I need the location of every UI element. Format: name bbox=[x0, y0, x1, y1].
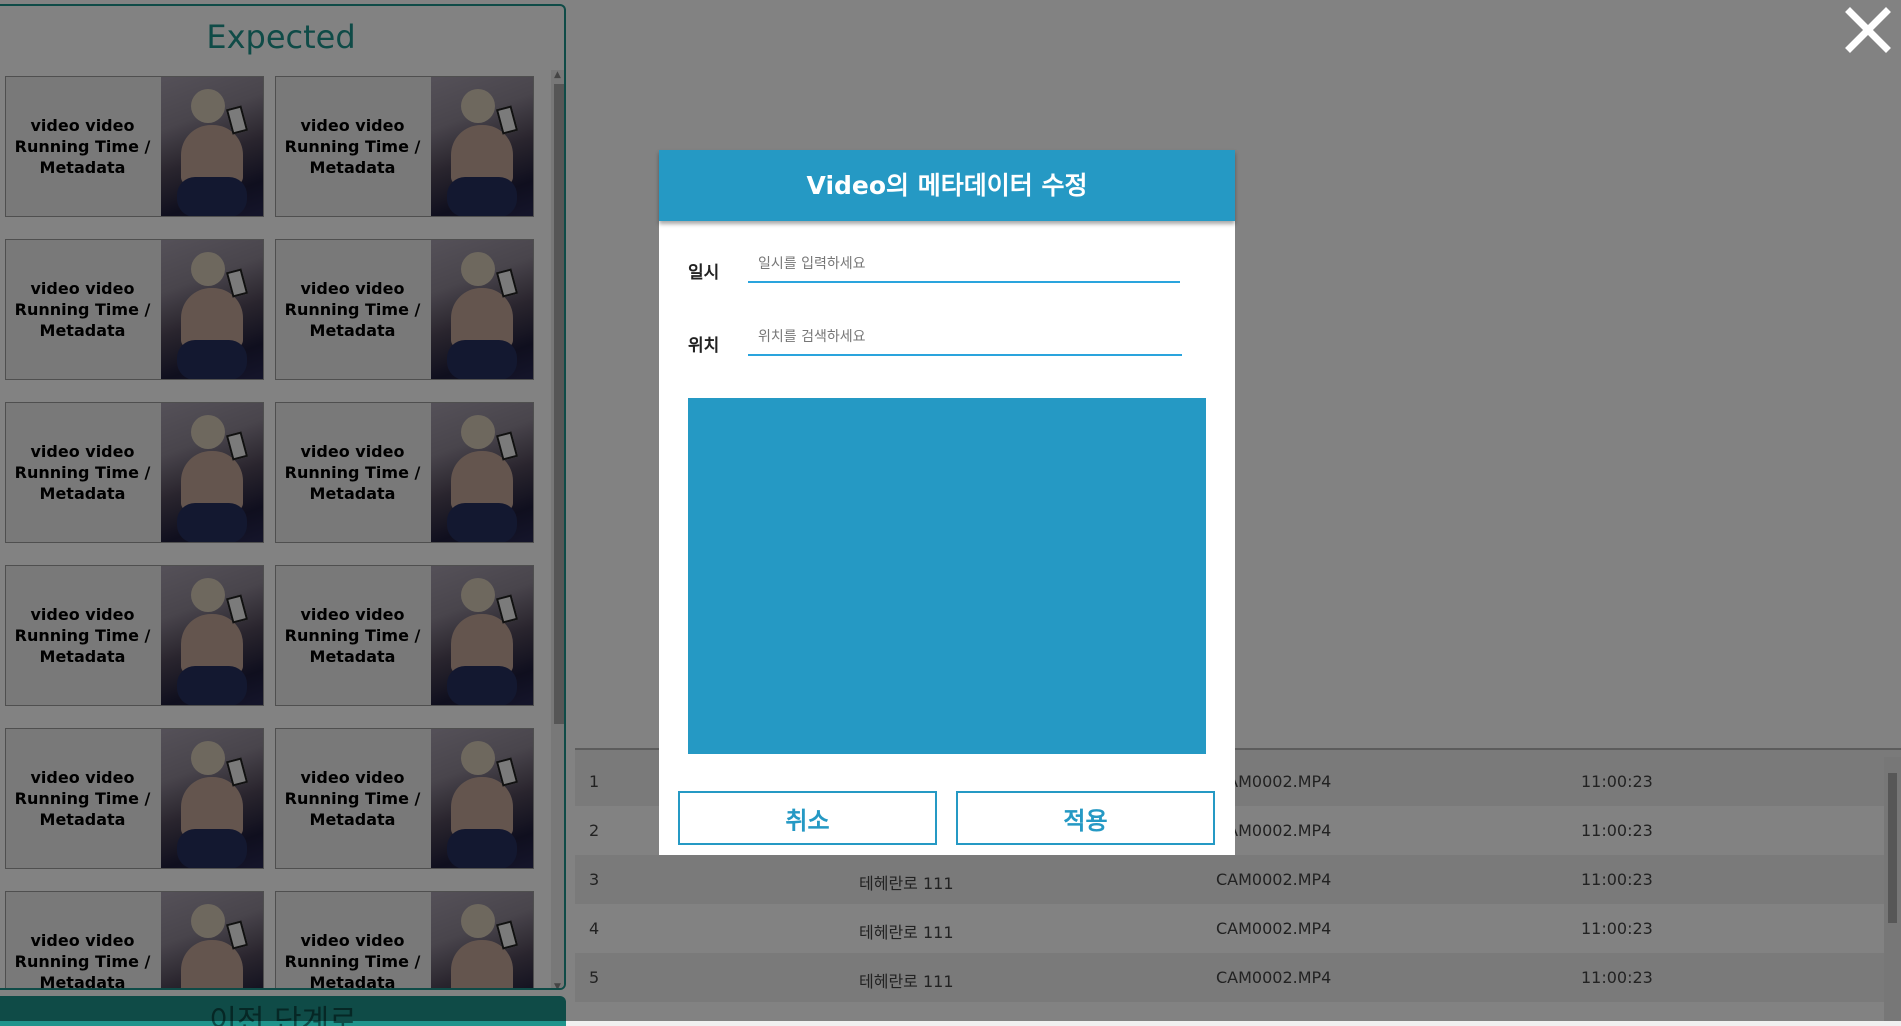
datetime-input[interactable] bbox=[748, 247, 1180, 283]
close-button[interactable] bbox=[1840, 2, 1896, 58]
apply-button[interactable]: 적용 bbox=[956, 791, 1215, 845]
close-icon[interactable] bbox=[1840, 2, 1896, 58]
location-label: 위치 bbox=[688, 336, 720, 356]
metadata-edit-modal: Video의 메타데이터 수정 일시 위치 취소 적용 bbox=[659, 150, 1235, 855]
map-area[interactable] bbox=[688, 398, 1206, 754]
location-search-input[interactable] bbox=[748, 320, 1182, 356]
modal-title: Video의 메타데이터 수정 bbox=[659, 150, 1235, 221]
datetime-label: 일시 bbox=[688, 263, 720, 283]
cancel-button[interactable]: 취소 bbox=[678, 791, 937, 845]
